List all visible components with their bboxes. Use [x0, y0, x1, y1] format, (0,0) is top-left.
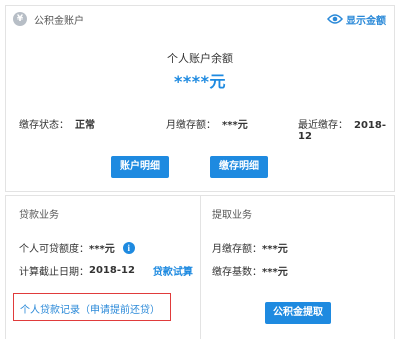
account-card: ¥ 公积金账户 显示金额 个人账户余额 ****元 缴存状态： 正常 月缴存额： *…	[5, 5, 395, 192]
deposit-status-label: 缴存状态：	[19, 120, 69, 131]
balance-title: 个人账户余额	[167, 52, 233, 65]
loan-section-title: 贷款业务	[19, 210, 59, 221]
account-title: 公积金账户	[34, 16, 84, 27]
show-amount-label: 显示金额	[346, 15, 386, 27]
deposit-status: 缴存状态： 正常	[19, 116, 95, 131]
monthly-deposit: 月缴存额： ***元	[166, 116, 248, 131]
withdraw-monthly-value: ***元	[262, 244, 288, 255]
withdraw-monthly-label: 月缴存额：	[212, 244, 262, 255]
withdraw-base-row: 缴存基数：***元	[212, 263, 288, 278]
loan-calculator-link[interactable]: 贷款试算	[153, 263, 193, 278]
loan-record-link[interactable]: 个人贷款记录（申请提前还贷）	[20, 301, 160, 316]
monthly-deposit-label: 月缴存额：	[166, 120, 216, 131]
withdraw-section-title: 提取业务	[212, 210, 252, 221]
withdraw-base-value: ***元	[262, 267, 288, 278]
account-header: ¥ 公积金账户 显示金额	[6, 6, 394, 32]
last-deposit-label: 最近缴存：	[298, 120, 348, 131]
withdraw-button[interactable]: 公积金提取	[265, 302, 331, 324]
show-amount-toggle[interactable]: 显示金额	[327, 11, 386, 27]
loan-deadline-row: 计算截止日期： 2018-12 贷款试算	[19, 263, 193, 278]
account-detail-button[interactable]: 账户明细	[111, 156, 169, 178]
withdraw-monthly-row: 月缴存额：***元	[212, 240, 288, 255]
monthly-deposit-value: ***元	[222, 120, 248, 131]
deposit-detail-button[interactable]: 缴存明细	[210, 156, 268, 178]
withdraw-card: 提取业务 月缴存额：***元 缴存基数：***元 公积金提取	[201, 195, 395, 339]
last-deposit: 最近缴存： 2018-12	[298, 116, 394, 142]
eye-icon	[327, 14, 343, 24]
yuan-logo-icon: ¥	[13, 12, 27, 26]
loan-available-row: 个人可贷额度： ***元 i	[19, 240, 135, 255]
withdraw-base-label: 缴存基数：	[212, 267, 262, 278]
info-icon[interactable]: i	[122, 241, 135, 254]
balance-value: ****元	[174, 72, 226, 91]
deposit-status-value: 正常	[75, 120, 95, 131]
loan-available-value: ***元	[89, 244, 115, 255]
loan-card: 贷款业务 个人可贷额度： ***元 i 计算截止日期： 2018-12 贷款试算…	[5, 195, 201, 339]
loan-record-highlight: 个人贷款记录（申请提前还贷）	[13, 293, 171, 321]
loan-deadline-label: 计算截止日期：	[19, 267, 89, 278]
loan-available-label: 个人可贷额度：	[19, 244, 89, 255]
loan-deadline-value: 2018-12	[89, 265, 135, 276]
